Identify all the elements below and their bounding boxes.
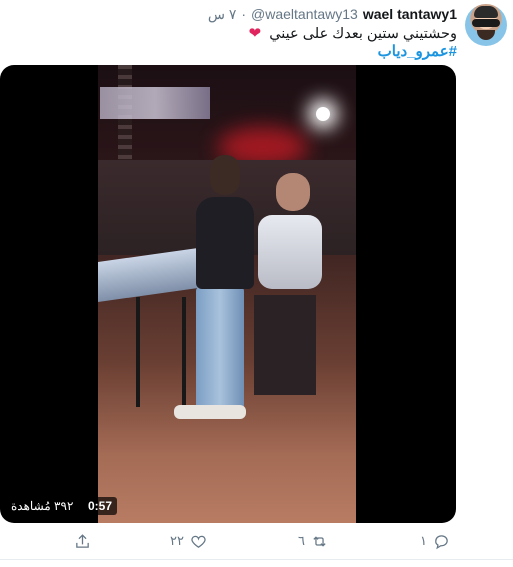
singer-body bbox=[258, 215, 322, 289]
retweet-icon bbox=[313, 535, 326, 547]
header-separator: · bbox=[241, 6, 247, 22]
like-button[interactable]: ٢٢ bbox=[170, 531, 207, 551]
performer-head bbox=[210, 155, 240, 195]
performer-body bbox=[196, 197, 254, 289]
share-icon bbox=[76, 533, 89, 548]
performer-legs bbox=[196, 287, 244, 415]
reply-button[interactable]: ١ bbox=[420, 531, 450, 551]
hashtag-link[interactable]: #عمرو_دياب bbox=[378, 42, 457, 60]
keyboard-stand bbox=[136, 297, 186, 407]
duration-badge: 0:57 bbox=[83, 497, 118, 515]
video-frame bbox=[98, 65, 356, 523]
author-name[interactable]: wael tantawy1 bbox=[363, 6, 457, 22]
singer-head bbox=[276, 173, 310, 211]
avatar-hair bbox=[474, 6, 498, 18]
reply-icon bbox=[435, 534, 448, 549]
retweet-button[interactable]: ٦ bbox=[298, 531, 328, 551]
video-player[interactable]: ٣٩٢ مُشاهدة 0:57 bbox=[0, 65, 456, 523]
stage-light-panel bbox=[100, 87, 210, 119]
view-count-badge: ٣٩٢ مُشاهدة bbox=[6, 497, 79, 515]
spotlight bbox=[316, 107, 330, 121]
keyboard-instrument bbox=[98, 247, 198, 303]
avatar-glasses bbox=[472, 19, 500, 27]
avatar[interactable] bbox=[465, 4, 507, 46]
author-handle[interactable]: @waeltantawy13 bbox=[251, 6, 358, 22]
retweet-count: ٦ bbox=[298, 533, 305, 548]
avatar-beard bbox=[477, 30, 495, 40]
stage-amplifier bbox=[254, 295, 316, 395]
tweet-body: وحشتيني ستين بعدك على عيني bbox=[269, 26, 457, 42]
tweet-card[interactable]: ٧ س · @waeltantawy13 wael tantawy1 وحشتي… bbox=[0, 0, 513, 567]
tweet-header: ٧ س · @waeltantawy13 wael tantawy1 bbox=[208, 5, 457, 23]
tweet-text: وحشتيني ستين بعدك على عيني ❤ bbox=[249, 24, 457, 42]
divider bbox=[0, 559, 513, 560]
share-button[interactable] bbox=[74, 531, 91, 551]
tweet-actions: ٢٢ ٦ ١ bbox=[0, 531, 513, 551]
heart-icon bbox=[191, 535, 206, 548]
like-count: ٢٢ bbox=[170, 533, 184, 548]
reply-count: ١ bbox=[420, 533, 427, 548]
stage-truss bbox=[118, 65, 132, 175]
tweet-time[interactable]: ٧ س bbox=[208, 6, 237, 23]
heart-emoji-icon: ❤ bbox=[248, 25, 262, 42]
performer-shoes bbox=[174, 405, 246, 419]
